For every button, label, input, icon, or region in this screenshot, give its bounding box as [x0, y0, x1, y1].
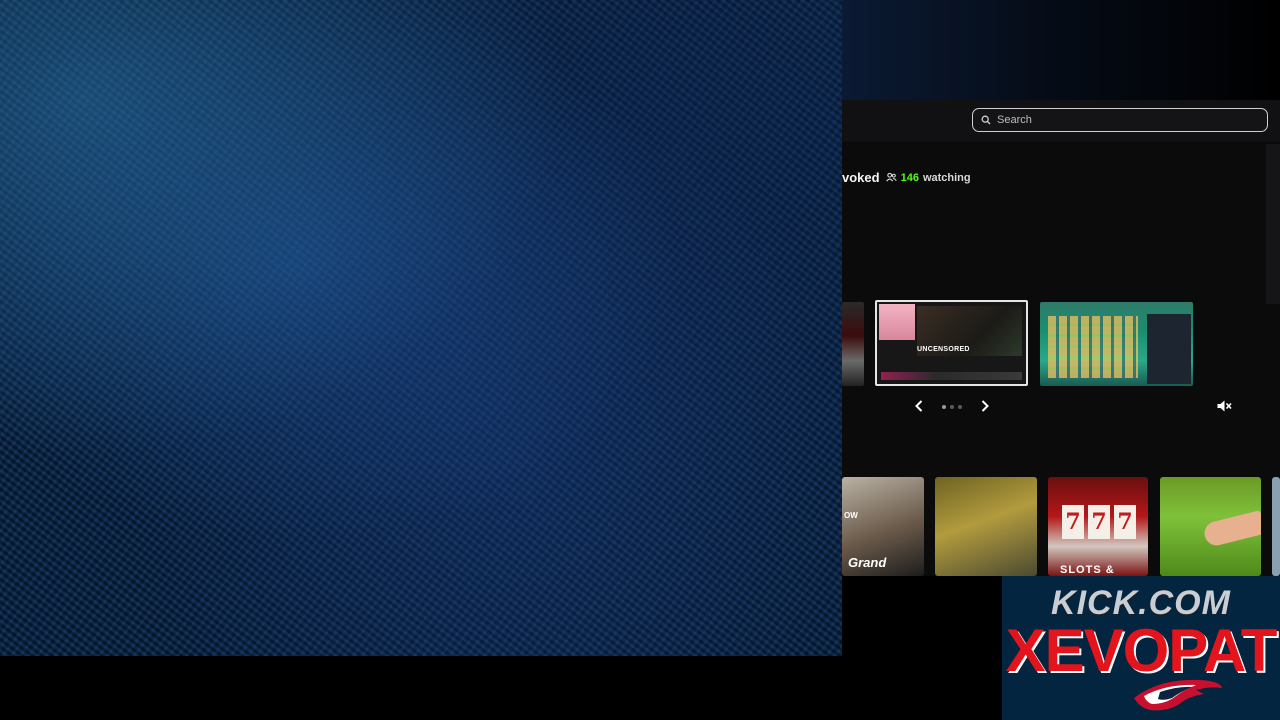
- patriots-logo-icon: [1134, 679, 1222, 711]
- browser-page: Search voked 146 watching UNCENSORED OW …: [842, 100, 1280, 576]
- sidebar-edge: [1266, 144, 1280, 304]
- category-card-gta[interactable]: OW Grand: [842, 477, 924, 576]
- category-card-slots[interactable]: 7 7 7 SLOTS &: [1048, 477, 1148, 576]
- category-label: Grand: [848, 555, 887, 570]
- carousel-thumbnail-featured[interactable]: UNCENSORED: [875, 300, 1028, 386]
- category-card-call-of-duty[interactable]: [935, 477, 1037, 576]
- category-label: SLOTS &: [1060, 564, 1115, 576]
- hand-image: [1201, 510, 1261, 548]
- slot-reel-icon: 7: [1062, 505, 1084, 539]
- stream-title[interactable]: voked: [842, 170, 880, 185]
- carousel-dot[interactable]: [950, 405, 954, 409]
- search-icon: [981, 115, 991, 125]
- category-card-partial[interactable]: [1272, 477, 1280, 576]
- webcam-feed: [0, 0, 842, 656]
- chevron-right-icon: [981, 400, 989, 412]
- mute-icon[interactable]: [1216, 398, 1232, 414]
- viewers-icon: [885, 172, 897, 182]
- thumbnail-side-panel: [1147, 314, 1191, 384]
- search-placeholder: Search: [997, 114, 1032, 126]
- carousel-next-button[interactable]: [980, 399, 990, 417]
- carousel-thumbnail-previous[interactable]: [842, 302, 864, 386]
- thumbnail-chat-bar: [881, 372, 1022, 380]
- category-card-irl[interactable]: [1160, 477, 1261, 576]
- viewer-count: 146: [900, 171, 919, 184]
- carousel-dots: [942, 405, 962, 409]
- stream-info: voked 146 watching: [842, 170, 971, 185]
- webcam-feed-edge: [842, 0, 1280, 100]
- carousel-dot[interactable]: [942, 405, 946, 409]
- carousel-dot[interactable]: [958, 405, 962, 409]
- slot-reel-icon: 7: [1114, 505, 1136, 539]
- search-input[interactable]: Search: [972, 108, 1268, 132]
- category-tag: OW: [844, 511, 858, 520]
- thumbnail-webcam: [879, 304, 915, 340]
- chevron-left-icon: [915, 400, 923, 412]
- slot-reel-icon: 7: [1088, 505, 1110, 539]
- carousel-prev-button[interactable]: [914, 399, 924, 417]
- thumbnail-caption: UNCENSORED: [917, 346, 970, 353]
- viewer-label: watching: [922, 171, 971, 184]
- channel-branding-overlay: KICK.COM XEVOPAT: [1002, 576, 1280, 720]
- top-navigation-bar: Search: [842, 100, 1280, 142]
- thumbnail-slots-grid: [1048, 316, 1138, 378]
- carousel-thumbnail-next[interactable]: [1040, 302, 1193, 386]
